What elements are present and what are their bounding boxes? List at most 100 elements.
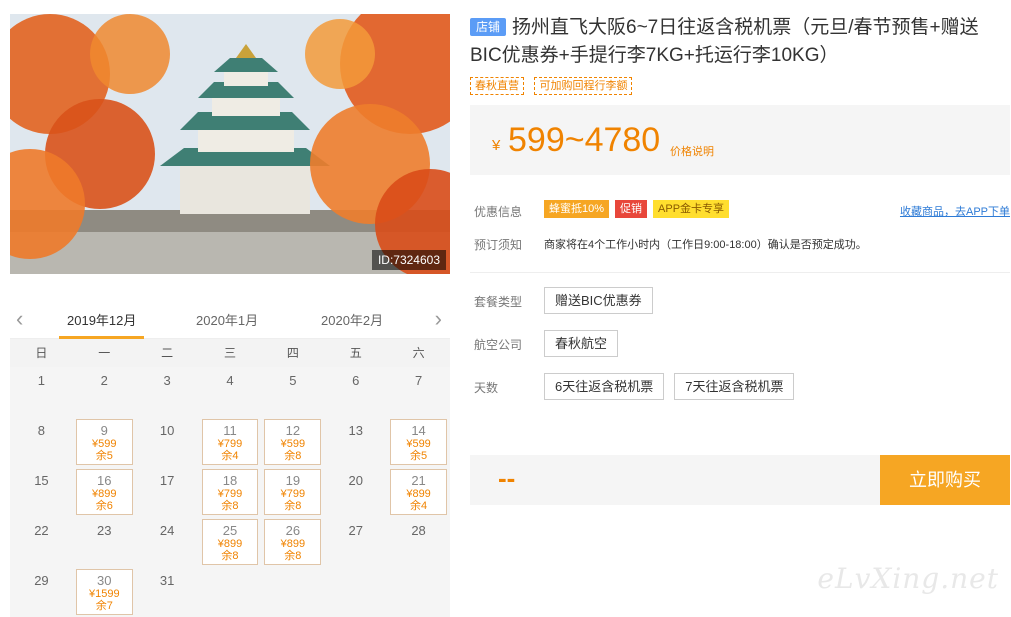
- day-price: ¥799: [280, 488, 306, 500]
- day-number: 22: [34, 523, 49, 538]
- day-number: 25: [222, 523, 238, 538]
- day-number: 10: [159, 423, 175, 438]
- day-number: 2: [100, 373, 108, 388]
- airline-option-spring[interactable]: 春秋航空: [544, 330, 619, 357]
- day-number: 15: [34, 473, 49, 488]
- day-number: 17: [159, 473, 175, 488]
- calendar-day: 6: [324, 367, 387, 417]
- weekday-tue: 二: [161, 346, 174, 360]
- promo-badge-sale: 促销: [615, 200, 648, 218]
- calendar-day: 13: [324, 417, 387, 467]
- calendar-day: 7: [387, 367, 450, 417]
- day-number: 1: [37, 373, 46, 388]
- day-number: 18: [222, 473, 238, 488]
- promo-label: 优惠信息: [474, 205, 523, 219]
- day-price: ¥899: [217, 538, 243, 550]
- product-tags: 春秋直营 可加购回程行李额: [470, 76, 1010, 95]
- day-number: 29: [34, 573, 49, 588]
- day-stock: 余6: [95, 500, 113, 512]
- calendar-day: 5: [261, 367, 324, 417]
- calendar-day: 2: [73, 367, 136, 417]
- calendar-day[interactable]: 25 ¥899 余8: [201, 519, 259, 565]
- product-info: 店铺 扬州直飞大阪6~7日往返含税机票（元旦/春节预售+赠送BIC优惠券+手提行李…: [470, 14, 1010, 505]
- promo-row: 优惠信息 蜂蜜抵10% 促销 APP金卡专享 收藏商品，去APP下单: [470, 200, 1010, 222]
- day-price: ¥799: [217, 438, 243, 450]
- day-number: 19: [285, 473, 301, 488]
- price-box: ¥ 599~4780 价格说明: [470, 105, 1010, 175]
- calendar-day[interactable]: 16 ¥899 余6: [75, 469, 133, 515]
- day-number: 26: [285, 523, 301, 538]
- month-tab-2[interactable]: 2020年1月: [196, 310, 258, 329]
- day-number: 27: [348, 523, 363, 538]
- airline-row: 航空公司 春秋航空: [470, 330, 1010, 357]
- day-price: ¥899: [92, 488, 117, 500]
- day-number: 13: [348, 423, 363, 438]
- calendar-day[interactable]: 26 ¥899 余8: [264, 519, 322, 565]
- day-number: 12: [285, 423, 301, 438]
- next-month-icon[interactable]: ›: [435, 306, 442, 332]
- total-price: --: [498, 463, 516, 493]
- day-number: 11: [223, 423, 237, 438]
- day-price: ¥899: [406, 488, 431, 500]
- tag-spring-direct: 春秋直营: [470, 77, 524, 95]
- weekday-fri: 五: [349, 346, 362, 360]
- package-option-bic[interactable]: 赠送BIC优惠券: [544, 287, 653, 314]
- weekday-thu: 四: [286, 346, 299, 360]
- buy-bar: -- 立即购买: [470, 455, 1010, 505]
- price-note-link[interactable]: 价格说明: [670, 143, 714, 159]
- month-nav: ‹ 2019年12月 2020年1月 2020年2月 ›: [10, 300, 450, 339]
- airline-label: 航空公司: [474, 338, 523, 352]
- calendar-day[interactable]: 9 ¥599 余5: [75, 419, 133, 465]
- day-number: 9: [100, 423, 108, 438]
- day-price: ¥799: [217, 488, 243, 500]
- calendar-day[interactable]: 12 ¥599 余8: [264, 419, 322, 465]
- month-tab-3[interactable]: 2020年2月: [321, 310, 383, 329]
- calendar-day: 28: [387, 517, 450, 567]
- prev-month-icon[interactable]: ‹: [16, 306, 23, 332]
- calendar-day: 22: [10, 517, 73, 567]
- currency-symbol: ¥: [492, 137, 501, 154]
- calendar-day: 15: [10, 467, 73, 517]
- day-number: 16: [97, 473, 112, 488]
- promo-badge-app-gold: APP金卡专享: [653, 200, 730, 218]
- calendar-day: 29: [10, 567, 73, 617]
- calendar-day: 8: [10, 417, 73, 467]
- package-row: 套餐类型 赠送BIC优惠券: [470, 287, 1010, 314]
- day-number: 4: [226, 373, 234, 388]
- day-stock: 余8: [284, 550, 302, 562]
- day-stock: 余4: [410, 500, 428, 512]
- calendar-day[interactable]: 11 ¥799 余4: [201, 419, 259, 465]
- price-range: 599~4780: [508, 121, 661, 159]
- days-option-6[interactable]: 6天往返含税机票: [544, 373, 665, 400]
- calendar-day: 27: [324, 517, 387, 567]
- calendar-day[interactable]: 30 ¥1599 余7: [75, 569, 133, 615]
- tag-return-baggage: 可加购回程行李额: [534, 77, 633, 95]
- calendar-day: 23: [73, 517, 136, 567]
- weekday-wed: 三: [224, 346, 237, 360]
- day-number: 8: [37, 423, 46, 438]
- calendar-day[interactable]: 14 ¥599 余5: [390, 419, 447, 465]
- day-number: 3: [163, 373, 171, 388]
- date-calendar: ‹ 2019年12月 2020年1月 2020年2月 › 日 一 二 三 四 五…: [10, 300, 450, 617]
- day-stock: 余8: [284, 500, 302, 512]
- calendar-day[interactable]: 21 ¥899 余4: [390, 469, 447, 515]
- day-number: 31: [159, 573, 175, 588]
- day-stock: 余8: [221, 500, 239, 512]
- divider: [470, 272, 1010, 273]
- weekday-header: 日 一 二 三 四 五 六: [10, 339, 450, 367]
- weekday-sat: 六: [412, 346, 425, 360]
- day-number: 23: [97, 523, 112, 538]
- day-number: 7: [414, 373, 423, 388]
- booking-text: 商家将在4个工作小时内（工作日9:00-18:00）确认是否预定成功。: [544, 239, 867, 251]
- day-number: 5: [289, 373, 297, 388]
- days-option-7[interactable]: 7天往返含税机票: [674, 373, 795, 400]
- favorite-link[interactable]: 收藏商品，去APP下单: [900, 203, 1010, 219]
- calendar-grid: 1 2 3 4 5 6 7 8 9 ¥599 余5 10 11 ¥799 余4 12 ¥599 余8 13 14 ¥59…: [10, 367, 450, 617]
- calendar-day: 3: [136, 367, 199, 417]
- product-id-label: ID:7324603: [371, 250, 446, 270]
- month-tab-1[interactable]: 2019年12月: [58, 310, 145, 339]
- buy-now-button[interactable]: 立即购买: [880, 455, 1010, 505]
- calendar-day[interactable]: 19 ¥799 余8: [264, 469, 322, 515]
- calendar-day[interactable]: 18 ¥799 余8: [201, 469, 259, 515]
- booking-label: 预订须知: [474, 238, 523, 252]
